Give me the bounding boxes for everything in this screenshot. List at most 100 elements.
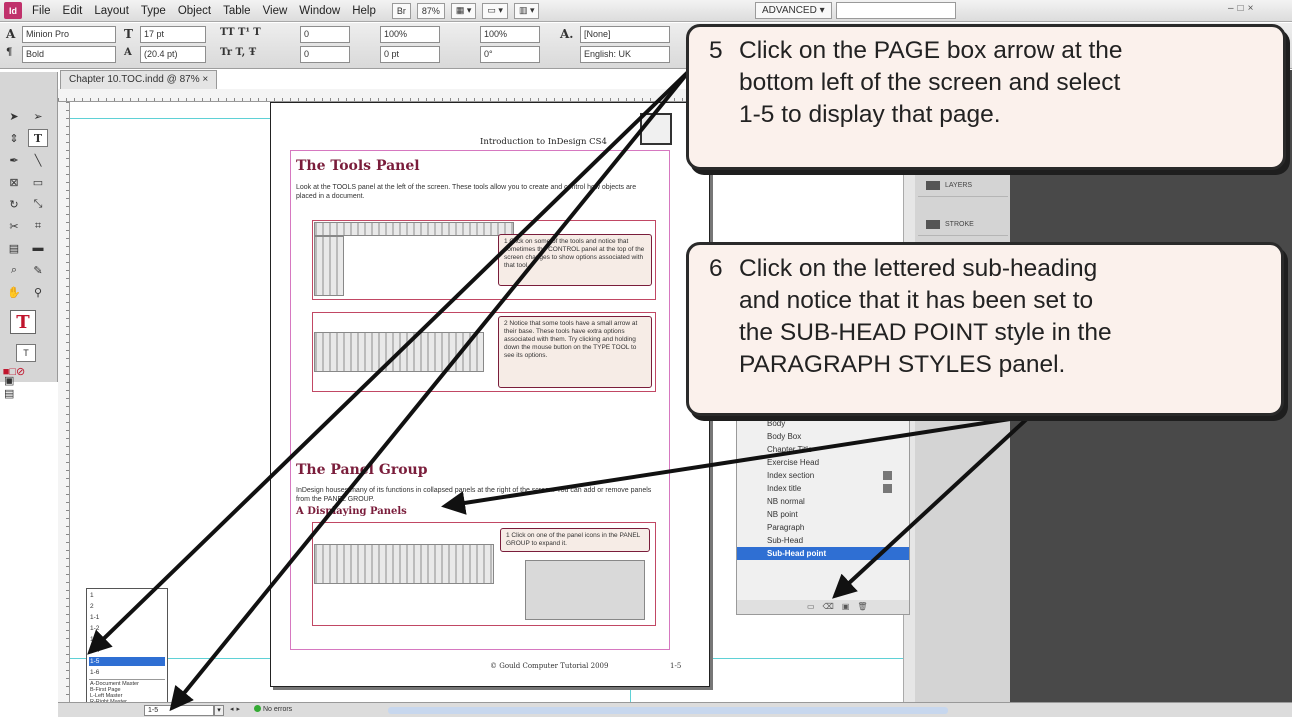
zoom-tool-icon[interactable]: ⚲: [28, 283, 48, 301]
paragraph-style-label: Index section: [767, 471, 815, 480]
menu-view[interactable]: View: [263, 5, 288, 17]
page-box-arrow-icon[interactable]: ▾: [214, 705, 224, 716]
small-caps-button[interactable]: Tr T, Ŧ: [220, 47, 256, 58]
free-transform-tool-icon[interactable]: ⌗: [28, 217, 48, 235]
paragraph-style-item[interactable]: Exercise Head: [737, 456, 909, 469]
section-body-tools[interactable]: Look at the TOOLS panel at the left of t…: [296, 183, 656, 201]
running-head: Introduction to InDesign CS4: [480, 137, 607, 147]
tutorial-callout-1: 1 Click on some of the tools and notice …: [498, 234, 652, 286]
pen-tool-icon[interactable]: ✒: [4, 151, 24, 169]
panel-stroke-button[interactable]: STROKE: [918, 214, 1008, 236]
horizontal-scale-field[interactable]: 100%: [480, 26, 540, 43]
paragraph-style-item[interactable]: Index section: [737, 469, 909, 482]
paragraph-style-item[interactable]: Sub-Head: [737, 534, 909, 547]
font-style-select[interactable]: Bold: [22, 46, 116, 63]
menu-layout[interactable]: Layout: [94, 5, 129, 17]
line-tool-icon[interactable]: ╲: [28, 151, 48, 169]
menu-type[interactable]: Type: [141, 5, 166, 17]
character-mode-icon[interactable]: A: [6, 27, 15, 41]
tutorial-callout-2: 2 Notice that some tools have a small ar…: [498, 316, 652, 388]
preflight-ok-icon: [254, 705, 261, 712]
search-input[interactable]: [836, 2, 956, 19]
scissors-tool-icon[interactable]: ✂: [4, 217, 24, 235]
all-caps-button[interactable]: TT T¹ T: [220, 27, 261, 38]
zoom-level-field[interactable]: 87%: [416, 2, 445, 19]
paragraph-style-item[interactable]: NB point: [737, 508, 909, 521]
leading-field[interactable]: (20.4 pt): [140, 46, 206, 63]
rectangle-tool-icon[interactable]: ▭: [28, 173, 48, 191]
panel-layers-button[interactable]: LAYERS: [918, 175, 1008, 197]
view-options-button[interactable]: ▦ ▾: [450, 2, 477, 19]
paragraph-mode-icon[interactable]: ¶: [6, 47, 12, 58]
section-title-panels[interactable]: The Panel Group: [296, 462, 428, 478]
skew-field[interactable]: 0°: [480, 46, 540, 63]
lettered-subheading[interactable]: A Displaying Panels: [296, 506, 407, 517]
indesign-logo-icon[interactable]: Id: [4, 2, 22, 19]
kerning-field[interactable]: 0: [300, 26, 350, 43]
page-box-field[interactable]: 1-5: [144, 705, 214, 716]
direct-selection-tool-icon[interactable]: ➢: [28, 107, 48, 125]
screen-mode-button[interactable]: ▭ ▾: [482, 2, 508, 19]
eyedropper-tool-icon[interactable]: ⌕: [4, 261, 24, 279]
screen-mode-icon[interactable]: ▣ ▤: [4, 375, 24, 400]
menu-object[interactable]: Object: [178, 5, 211, 17]
formatting-affects-text-icon[interactable]: T: [16, 344, 36, 362]
page-tool-icon[interactable]: ⇕: [4, 129, 24, 147]
character-style-select[interactable]: [None]: [580, 26, 670, 43]
page-option[interactable]: 1-3: [89, 635, 165, 644]
font-family-select[interactable]: Minion Pro: [22, 26, 116, 43]
rotate-tool-icon[interactable]: ↻: [4, 195, 24, 213]
menu-edit[interactable]: Edit: [63, 5, 83, 17]
fill-stroke-swatch-icon[interactable]: T: [10, 310, 36, 334]
page-option[interactable]: 1: [89, 591, 165, 600]
note-tool-icon[interactable]: ▬: [28, 239, 48, 257]
page-number-box: [640, 113, 672, 145]
window-controls[interactable]: –□×: [1228, 3, 1257, 14]
bridge-button[interactable]: Br: [391, 2, 411, 19]
page-footer: © Gould Computer Tutorial 2009: [490, 662, 609, 670]
page-option[interactable]: 1-4: [89, 646, 165, 655]
scale-tool-icon[interactable]: ⤡: [28, 195, 48, 213]
tracking-field[interactable]: 0: [300, 46, 350, 63]
section-title-tools[interactable]: The Tools Panel: [296, 158, 420, 174]
baseline-shift-field[interactable]: 0 pt: [380, 46, 440, 63]
language-select[interactable]: English: UK: [580, 46, 670, 63]
vertical-scale-field[interactable]: 100%: [380, 26, 440, 43]
section-body-panels[interactable]: InDesign houses many of its functions in…: [296, 486, 666, 504]
horizontal-scrollbar[interactable]: [388, 707, 948, 714]
paragraph-style-item[interactable]: Paragraph: [737, 521, 909, 534]
paragraph-style-item-selected[interactable]: Sub-Head point: [737, 547, 909, 560]
paragraph-style-item[interactable]: Chapter Title: [737, 443, 909, 456]
type-tool-icon[interactable]: T: [28, 129, 48, 147]
font-size-field[interactable]: 17 pt: [140, 26, 206, 43]
tutorial-callout-3: 1 Click on one of the panel icons in the…: [500, 528, 650, 552]
page-navigation-buttons[interactable]: ◂▸: [230, 705, 243, 713]
measure-tool-icon[interactable]: ✎: [28, 261, 48, 279]
rectangle-frame-tool-icon[interactable]: ⊠: [4, 173, 24, 191]
arrange-documents-button[interactable]: ▥ ▾: [513, 2, 540, 19]
menu-file[interactable]: File: [32, 5, 51, 17]
hand-tool-icon[interactable]: ✋: [4, 283, 24, 301]
menu-divider: [89, 679, 165, 680]
paragraph-styles-footer-buttons[interactable]: ▭⌫▣🗑: [737, 600, 909, 614]
page-option[interactable]: 1-1: [89, 613, 165, 622]
paragraph-style-item[interactable]: NB normal: [737, 495, 909, 508]
page-option[interactable]: 1-2: [89, 624, 165, 633]
menu-window[interactable]: Window: [299, 5, 340, 17]
page-option[interactable]: 1-6: [89, 668, 165, 677]
document-tab-title: Chapter 10.TOC.indd @ 87%: [69, 74, 200, 85]
preflight-label: No errors: [263, 706, 293, 713]
menu-help[interactable]: Help: [352, 5, 376, 17]
gradient-tool-icon[interactable]: ▤: [4, 239, 24, 257]
paragraph-style-item[interactable]: Index title: [737, 482, 909, 495]
paragraph-style-item[interactable]: Body Box: [737, 430, 909, 443]
page-option[interactable]: 2: [89, 602, 165, 611]
selection-tool-icon[interactable]: ➤: [4, 107, 24, 125]
page-option-selected[interactable]: 1-5: [89, 657, 165, 666]
preflight-status[interactable]: No errors: [254, 705, 292, 713]
paragraph-style-item[interactable]: Body: [737, 417, 909, 430]
workspace-switcher[interactable]: ADVANCED ▾: [755, 2, 832, 19]
document-tab[interactable]: Chapter 10.TOC.indd @ 87% ×: [60, 70, 218, 89]
callout-number: 6: [709, 255, 723, 282]
menu-table[interactable]: Table: [223, 5, 251, 17]
